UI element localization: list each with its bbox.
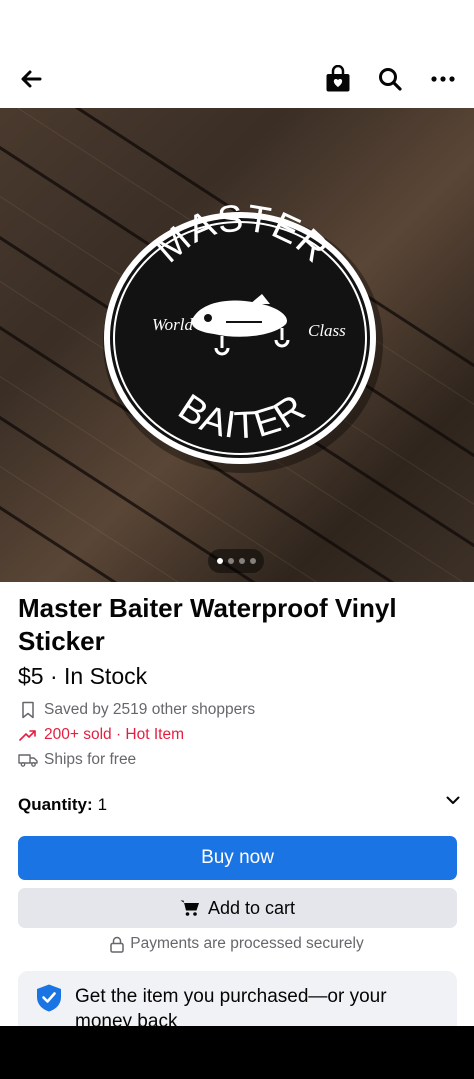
add-to-cart-label: Add to cart (207, 897, 296, 918)
search-button[interactable] (370, 59, 410, 99)
sticker-image: MASTER BAITER World Class (103, 197, 383, 473)
sold-text: 200+ sold · Hot Item (44, 726, 184, 743)
truck-icon (18, 750, 38, 770)
secure-payment-note: Payments are processed securely (0, 935, 474, 953)
quantity-label: Quantity: (18, 795, 93, 814)
price-stock: $5 · In Stock (18, 663, 148, 689)
shield-check-icon (37, 984, 61, 1012)
carousel-dot (249, 558, 256, 564)
buy-now-button[interactable]: Buy now (18, 836, 457, 880)
cart-icon (180, 900, 199, 916)
add-to-cart-button[interactable]: Add to cart (18, 888, 457, 928)
top-bar (0, 0, 474, 108)
carousel-indicator (208, 549, 264, 573)
carousel-dot (227, 558, 234, 564)
shipping-text: Ships for free (44, 751, 137, 768)
quantity-selector[interactable]: Quantity: 1 (18, 794, 460, 816)
trending-up-icon (18, 725, 38, 745)
secure-text: Payments are processed securely (130, 935, 364, 952)
saved-text: Saved by 2519 other shoppers (44, 701, 256, 718)
carousel-dot (238, 558, 245, 564)
sold-count-row: 200+ sold · Hot Item (18, 725, 184, 745)
marketplace-bag-button[interactable] (318, 59, 358, 99)
shopping-bag-heart-icon (326, 65, 350, 92)
quantity-value: 1 (97, 795, 108, 814)
more-horizontal-icon (431, 76, 455, 82)
search-icon (379, 68, 402, 91)
carousel-dot (216, 558, 223, 564)
system-navigation-bar (0, 1026, 474, 1079)
more-options-button[interactable] (423, 59, 463, 99)
saved-count-row: Saved by 2519 other shoppers (18, 700, 255, 720)
product-image-carousel[interactable]: MASTER BAITER World Class (0, 108, 474, 582)
product-title: Master Baiter Waterproof Vinyl Sticker (18, 593, 397, 656)
sticker-right-text: Class (308, 321, 346, 340)
bookmark-icon (18, 700, 38, 720)
back-button[interactable] (11, 59, 51, 99)
lock-icon (110, 936, 125, 953)
chevron-down-icon (446, 796, 460, 804)
arrow-left-icon (21, 70, 42, 88)
shipping-row: Ships for free (18, 750, 136, 770)
sticker-left-text: World (152, 315, 193, 334)
